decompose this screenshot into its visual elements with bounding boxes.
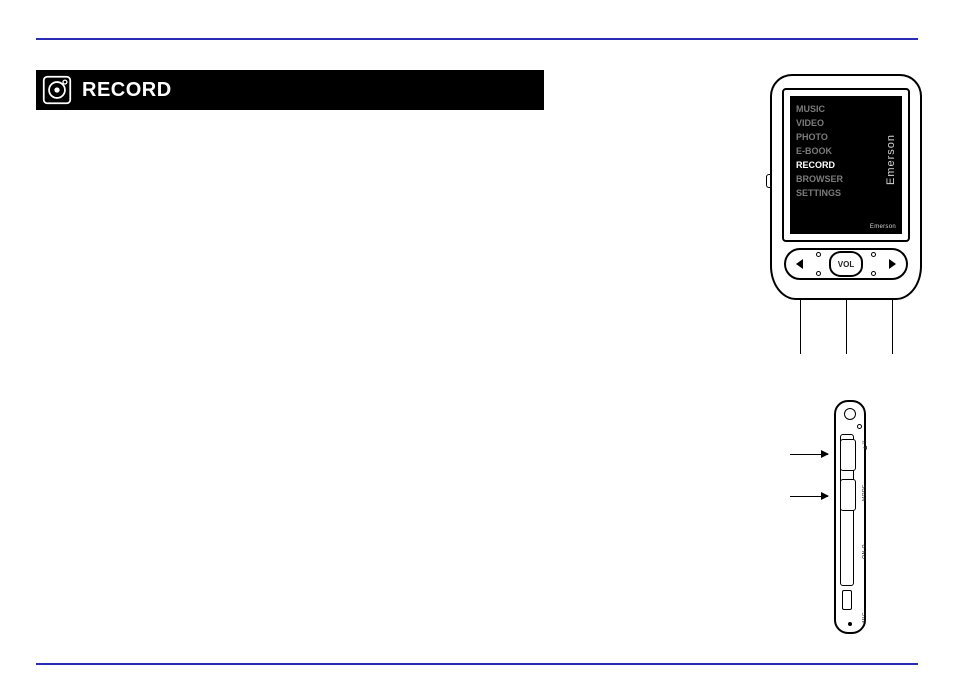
record-icon (40, 73, 74, 107)
headphone-jack-icon (844, 408, 856, 420)
menu-item-photo: PHOTO (796, 130, 843, 144)
device-illustration-side: ▶II MODE ON O MIC (834, 400, 866, 634)
vol-label: VOL (838, 260, 854, 269)
arrow-to-mode (790, 496, 828, 497)
screw-hole (871, 252, 876, 257)
callout-line-left (800, 300, 801, 354)
control-bar: VOL (784, 248, 908, 280)
side-label-on: ON O (862, 544, 868, 559)
menu-item-browser: BROWSER (796, 172, 843, 186)
brand-badge: Emerson (870, 224, 896, 230)
menu-list: MUSIC VIDEO PHOTO E-BOOK RECORD BROWSER … (796, 102, 843, 200)
side-track (840, 434, 854, 586)
menu-item-music: MUSIC (796, 102, 843, 116)
screw-hole (871, 271, 876, 276)
divider-top (36, 38, 918, 40)
device-screen: MUSIC VIDEO PHOTO E-BOOK RECORD BROWSER … (782, 88, 910, 242)
power-switch (842, 590, 852, 610)
nav-right-icon (889, 259, 896, 269)
mode-button (840, 479, 856, 511)
section-title: RECORD (82, 79, 172, 102)
brand-logo: Emerson (884, 104, 898, 214)
side-label-play: ▶II (862, 440, 868, 450)
menu-item-ebook: E-BOOK (796, 144, 843, 158)
screw-hole (816, 252, 821, 257)
nav-left-icon (796, 259, 803, 269)
play-button (840, 439, 856, 471)
screw-hole (816, 271, 821, 276)
device-illustration-front: MUSIC VIDEO PHOTO E-BOOK RECORD BROWSER … (770, 74, 922, 300)
menu-item-record: RECORD (796, 158, 843, 172)
lanyard-hole (857, 424, 862, 429)
manual-page: RECORD MUSIC VIDEO PHOTO E-BOOK RECORD B… (0, 0, 954, 691)
section-title-bar: RECORD (36, 70, 544, 110)
callout-line-right (892, 300, 893, 354)
divider-bottom (36, 663, 918, 665)
menu-item-settings: SETTINGS (796, 186, 843, 200)
arrow-to-play (790, 454, 828, 455)
side-label-mode: MODE (862, 484, 868, 501)
vol-button: VOL (829, 251, 863, 277)
mic-hole (848, 622, 852, 626)
callout-line-center (846, 300, 847, 354)
side-label-mic: MIC (862, 612, 868, 623)
side-button (766, 174, 771, 188)
menu-item-video: VIDEO (796, 116, 843, 130)
